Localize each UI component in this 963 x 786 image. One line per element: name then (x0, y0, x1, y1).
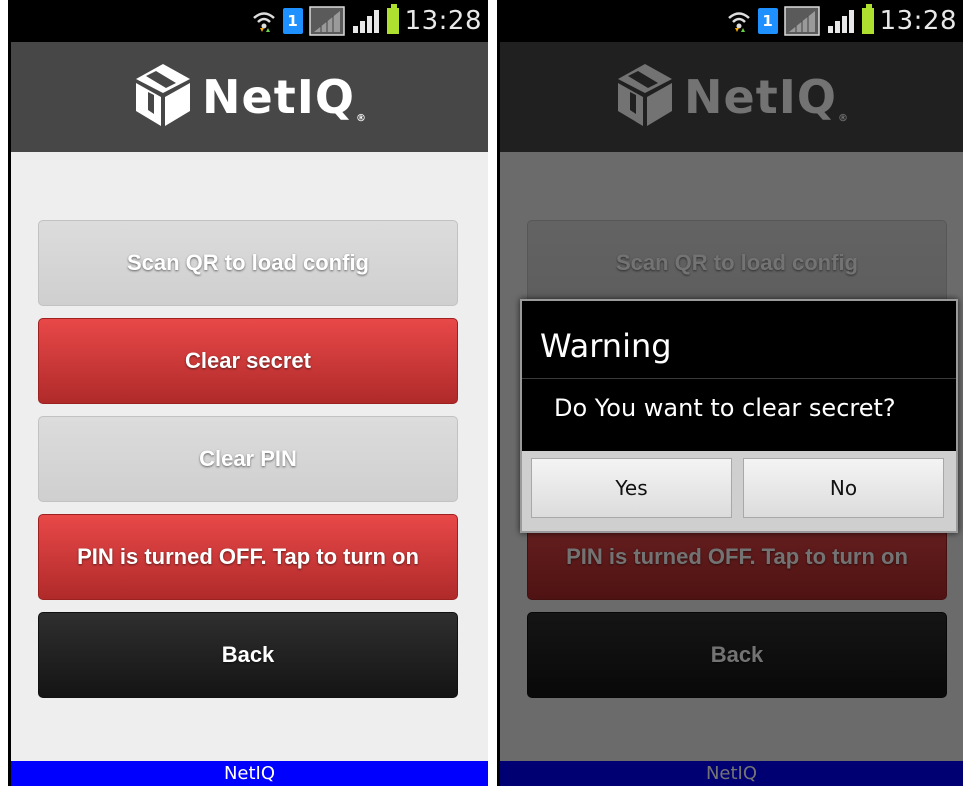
dialog-title: Warning (540, 327, 672, 365)
status-time: 13:28 (404, 6, 482, 36)
netiq-logo-icon (132, 62, 194, 133)
dialog-divider (522, 378, 956, 379)
signal-icon-2 (826, 8, 856, 34)
pin-toggle-button[interactable]: PIN is turned OFF. Tap to turn on (38, 514, 458, 600)
signal-icon (783, 6, 820, 36)
main-content: Scan QR to load config Clear secret Clea… (11, 152, 488, 761)
clear-secret-button[interactable]: Clear secret (38, 318, 458, 404)
battery-icon (386, 4, 399, 34)
status-bar: 1 13:28 (11, 0, 488, 42)
phone-screen-left: 1 13:28 NetIQ® Scan QR to load config Cl… (8, 0, 488, 786)
status-time: 13:28 (879, 6, 957, 36)
wifi-icon (726, 8, 752, 34)
no-button[interactable]: No (743, 458, 944, 518)
registered-mark: ® (355, 113, 367, 124)
footer-bar: NetIQ (11, 761, 488, 786)
logo-wordmark: NetIQ (202, 70, 355, 124)
dialog-message: Do You want to clear secret? (554, 394, 896, 422)
logo-text: NetIQ® (202, 70, 367, 124)
sim-icon: 1 (757, 8, 778, 34)
battery-icon (861, 4, 874, 34)
sim-icon: 1 (282, 8, 303, 34)
back-button[interactable]: Back (38, 612, 458, 698)
phone-screen-right: 1 13:28 Warning Do You want to clear sec… (497, 0, 963, 786)
signal-icon-2 (351, 8, 381, 34)
signal-icon (308, 6, 345, 36)
scan-qr-button[interactable]: Scan QR to load config (38, 220, 458, 306)
status-bar: 1 13:28 (500, 0, 963, 42)
wifi-icon (251, 8, 277, 34)
dialog-button-bar: Yes No (522, 451, 956, 531)
app-header: NetIQ® (11, 42, 488, 152)
yes-button[interactable]: Yes (531, 458, 732, 518)
warning-dialog: Warning Do You want to clear secret? Yes… (520, 299, 958, 533)
clear-pin-button[interactable]: Clear PIN (38, 416, 458, 502)
